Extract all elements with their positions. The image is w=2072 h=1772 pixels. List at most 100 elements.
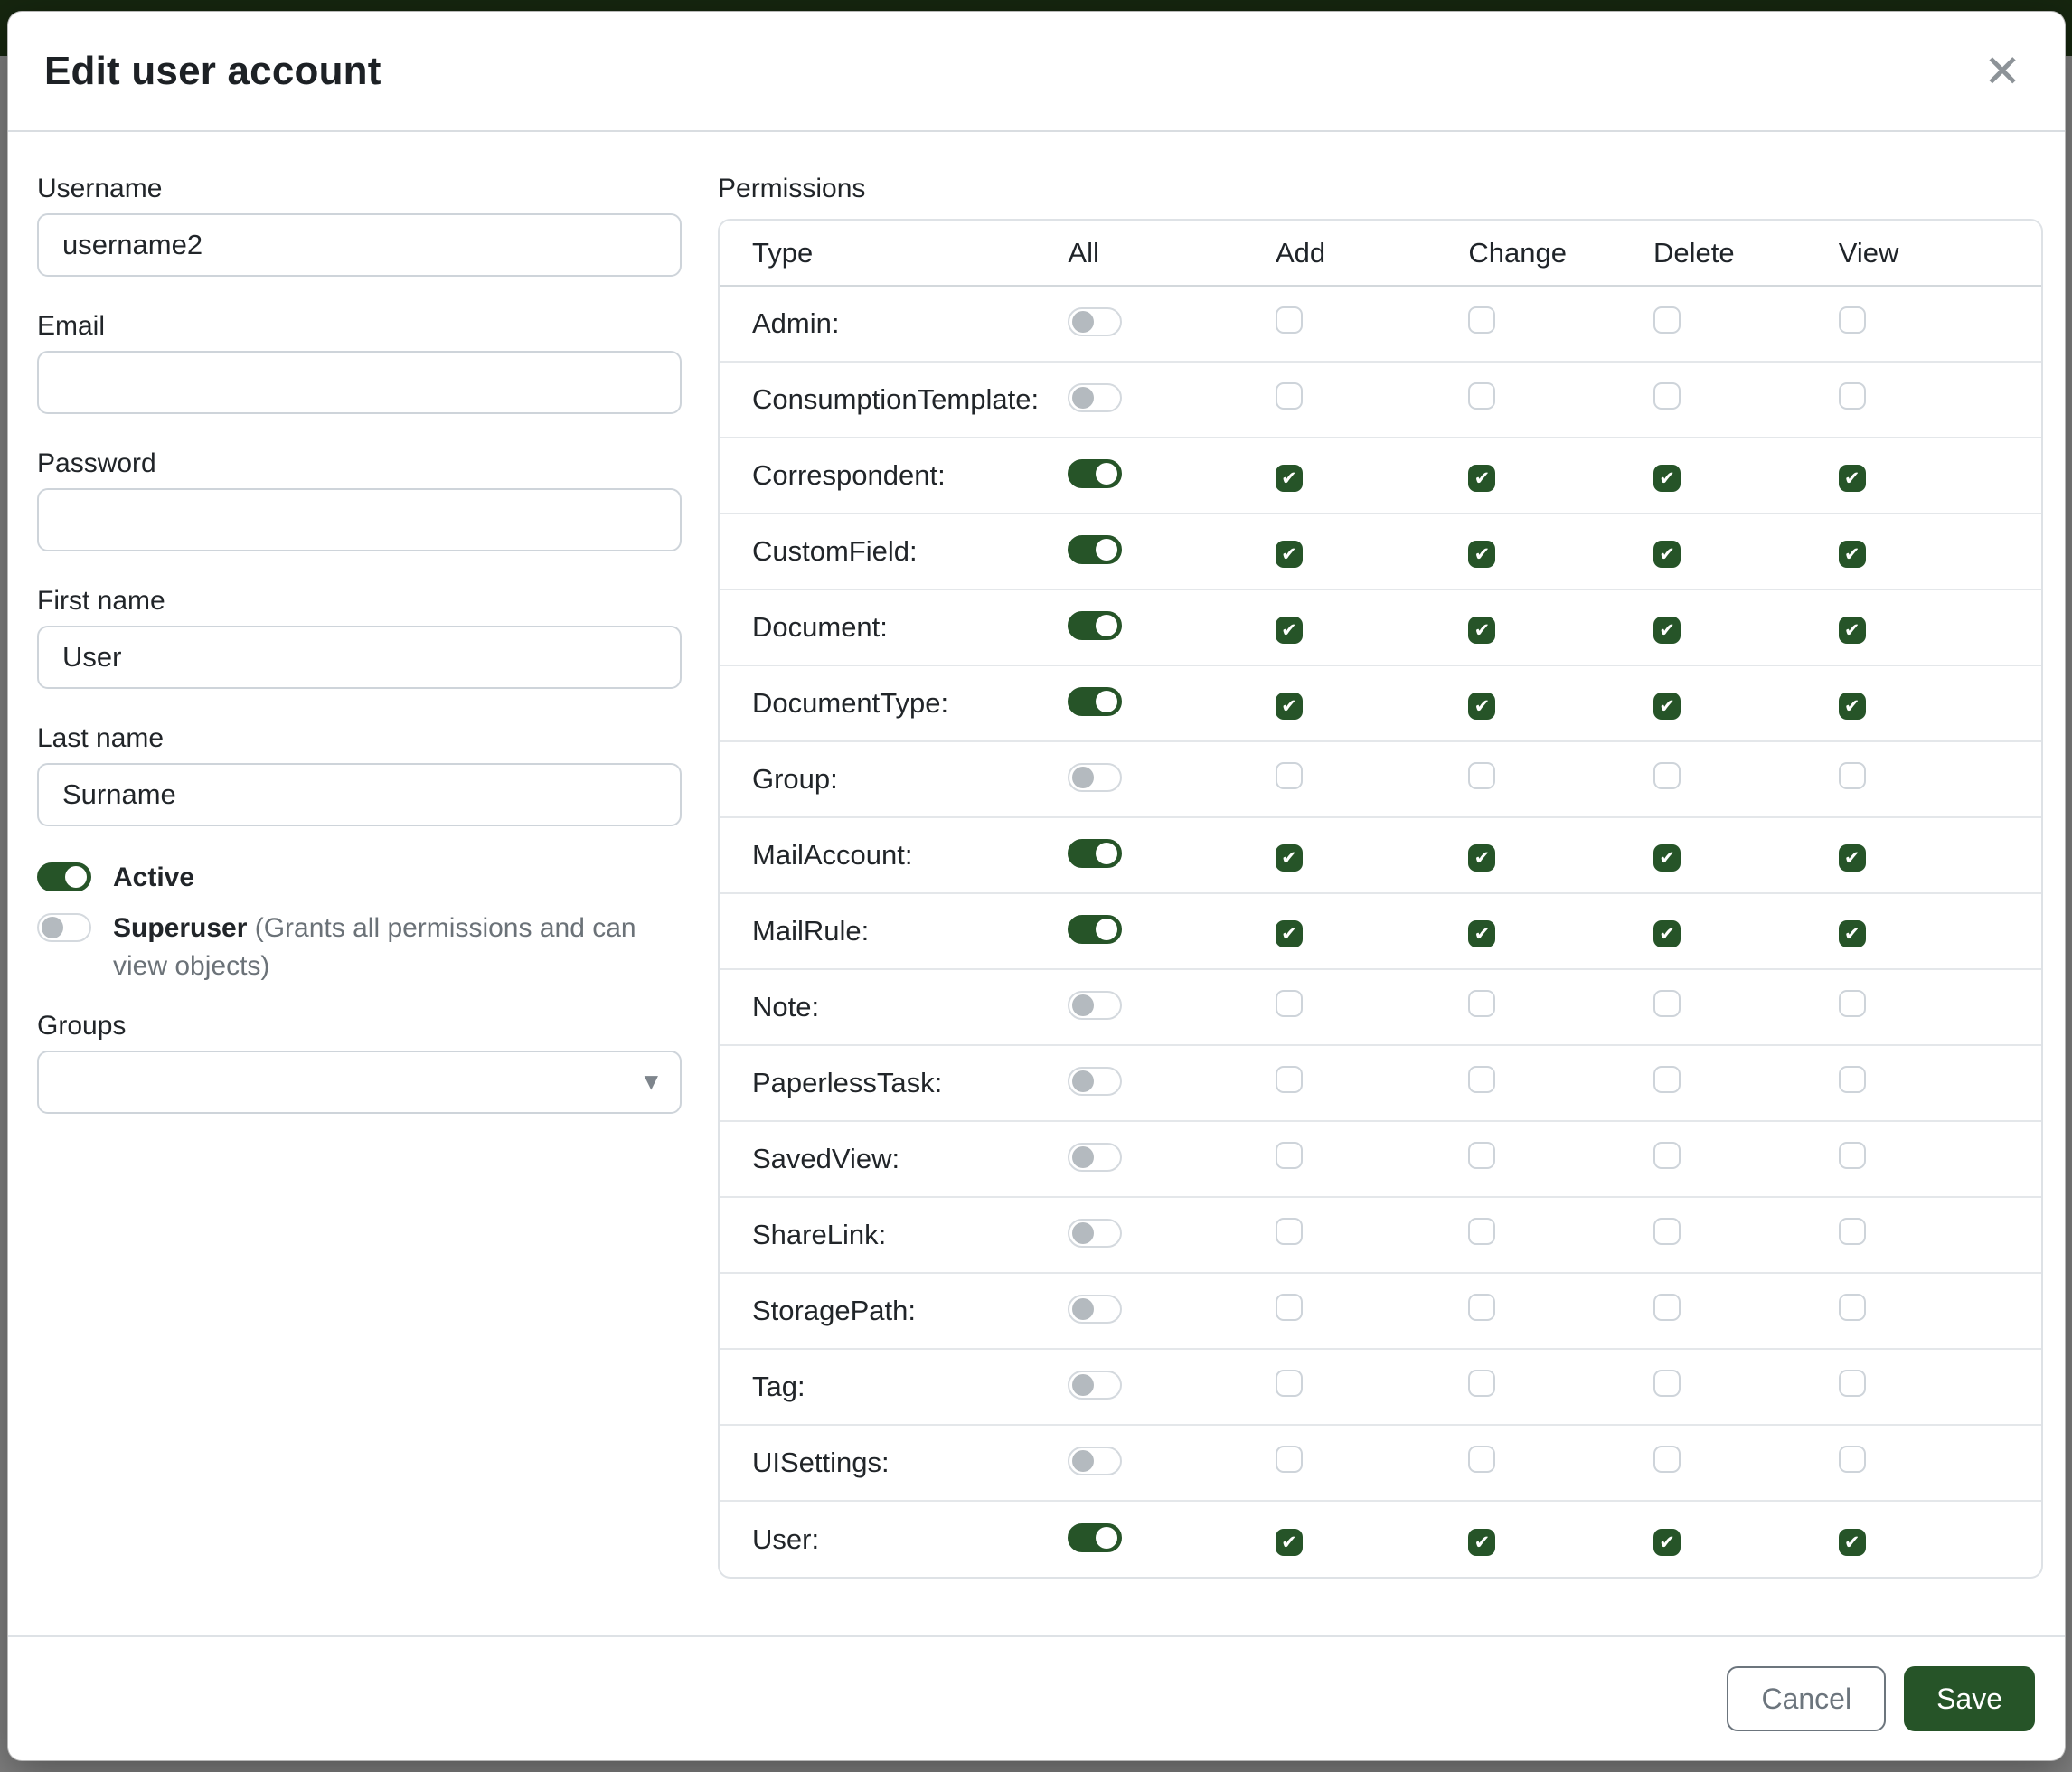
delete-checkbox[interactable]: ✔ bbox=[1653, 1529, 1681, 1556]
close-button[interactable]: ✕ bbox=[1980, 45, 2025, 98]
all-toggle[interactable] bbox=[1068, 1447, 1122, 1475]
view-checkbox[interactable]: ✔ bbox=[1839, 617, 1866, 644]
change-checkbox[interactable] bbox=[1468, 1294, 1495, 1321]
all-toggle[interactable] bbox=[1068, 307, 1122, 336]
delete-checkbox[interactable] bbox=[1653, 1370, 1681, 1397]
view-checkbox[interactable] bbox=[1839, 1066, 1866, 1093]
change-checkbox[interactable] bbox=[1468, 306, 1495, 334]
view-checkbox[interactable]: ✔ bbox=[1839, 465, 1866, 492]
add-checkbox[interactable]: ✔ bbox=[1276, 1529, 1303, 1556]
change-checkbox[interactable] bbox=[1468, 1218, 1495, 1245]
password-input[interactable] bbox=[37, 488, 682, 551]
add-checkbox[interactable] bbox=[1276, 1142, 1303, 1169]
delete-checkbox[interactable]: ✔ bbox=[1653, 617, 1681, 644]
delete-checkbox[interactable] bbox=[1653, 990, 1681, 1017]
delete-checkbox[interactable] bbox=[1653, 1218, 1681, 1245]
permission-row: Correspondent: ✔ ✔ ✔ ✔ bbox=[720, 438, 2041, 514]
view-checkbox[interactable] bbox=[1839, 1446, 1866, 1473]
change-checkbox[interactable] bbox=[1468, 1142, 1495, 1169]
all-toggle[interactable] bbox=[1068, 1219, 1122, 1248]
delete-checkbox[interactable]: ✔ bbox=[1653, 541, 1681, 568]
change-checkbox[interactable]: ✔ bbox=[1468, 617, 1495, 644]
email-input[interactable] bbox=[37, 351, 682, 414]
change-checkbox[interactable]: ✔ bbox=[1468, 844, 1495, 872]
change-checkbox[interactable]: ✔ bbox=[1468, 1529, 1495, 1556]
view-checkbox[interactable] bbox=[1839, 1142, 1866, 1169]
add-checkbox[interactable]: ✔ bbox=[1276, 693, 1303, 720]
add-checkbox[interactable]: ✔ bbox=[1276, 465, 1303, 492]
all-toggle[interactable] bbox=[1068, 763, 1122, 792]
permission-type-label: Admin: bbox=[720, 286, 1035, 362]
username-input[interactable] bbox=[37, 213, 682, 277]
view-checkbox[interactable]: ✔ bbox=[1839, 920, 1866, 947]
view-checkbox[interactable] bbox=[1839, 990, 1866, 1017]
change-checkbox[interactable] bbox=[1468, 1370, 1495, 1397]
add-checkbox[interactable] bbox=[1276, 1294, 1303, 1321]
all-toggle[interactable] bbox=[1068, 1523, 1122, 1552]
change-checkbox[interactable]: ✔ bbox=[1468, 465, 1495, 492]
permission-type-label: DocumentType: bbox=[720, 665, 1035, 741]
view-checkbox[interactable]: ✔ bbox=[1839, 693, 1866, 720]
view-checkbox[interactable]: ✔ bbox=[1839, 541, 1866, 568]
groups-select[interactable]: ▼ bbox=[37, 1051, 682, 1114]
add-checkbox[interactable] bbox=[1276, 1446, 1303, 1473]
change-checkbox[interactable] bbox=[1468, 382, 1495, 410]
change-checkbox[interactable] bbox=[1468, 1446, 1495, 1473]
add-checkbox[interactable] bbox=[1276, 382, 1303, 410]
change-checkbox[interactable]: ✔ bbox=[1468, 693, 1495, 720]
add-checkbox[interactable] bbox=[1276, 762, 1303, 789]
add-checkbox[interactable]: ✔ bbox=[1276, 920, 1303, 947]
delete-checkbox[interactable] bbox=[1653, 1142, 1681, 1169]
view-checkbox[interactable] bbox=[1839, 382, 1866, 410]
all-toggle[interactable] bbox=[1068, 1371, 1122, 1400]
save-button[interactable]: Save bbox=[1904, 1666, 2035, 1731]
delete-checkbox[interactable]: ✔ bbox=[1653, 920, 1681, 947]
view-checkbox[interactable] bbox=[1839, 1218, 1866, 1245]
all-toggle[interactable] bbox=[1068, 611, 1122, 640]
view-checkbox[interactable] bbox=[1839, 1294, 1866, 1321]
delete-checkbox[interactable] bbox=[1653, 1446, 1681, 1473]
add-checkbox[interactable] bbox=[1276, 990, 1303, 1017]
add-checkbox[interactable] bbox=[1276, 306, 1303, 334]
all-toggle[interactable] bbox=[1068, 687, 1122, 716]
all-toggle[interactable] bbox=[1068, 915, 1122, 944]
view-checkbox[interactable] bbox=[1839, 1370, 1866, 1397]
cancel-button[interactable]: Cancel bbox=[1727, 1666, 1886, 1731]
change-checkbox[interactable] bbox=[1468, 762, 1495, 789]
view-checkbox[interactable]: ✔ bbox=[1839, 844, 1866, 872]
delete-checkbox[interactable]: ✔ bbox=[1653, 693, 1681, 720]
last-name-input[interactable] bbox=[37, 763, 682, 826]
change-checkbox[interactable]: ✔ bbox=[1468, 541, 1495, 568]
all-toggle[interactable] bbox=[1068, 459, 1122, 488]
all-toggle[interactable] bbox=[1068, 383, 1122, 412]
all-toggle[interactable] bbox=[1068, 535, 1122, 564]
all-toggle[interactable] bbox=[1068, 1067, 1122, 1096]
all-toggle[interactable] bbox=[1068, 1295, 1122, 1324]
delete-checkbox[interactable] bbox=[1653, 762, 1681, 789]
add-checkbox[interactable] bbox=[1276, 1066, 1303, 1093]
all-toggle[interactable] bbox=[1068, 839, 1122, 868]
change-checkbox[interactable] bbox=[1468, 1066, 1495, 1093]
add-checkbox[interactable]: ✔ bbox=[1276, 844, 1303, 872]
change-checkbox[interactable]: ✔ bbox=[1468, 920, 1495, 947]
add-checkbox[interactable]: ✔ bbox=[1276, 617, 1303, 644]
active-toggle[interactable] bbox=[37, 862, 91, 891]
view-checkbox[interactable] bbox=[1839, 306, 1866, 334]
delete-checkbox[interactable]: ✔ bbox=[1653, 844, 1681, 872]
add-checkbox[interactable] bbox=[1276, 1370, 1303, 1397]
all-toggle[interactable] bbox=[1068, 991, 1122, 1020]
add-checkbox[interactable]: ✔ bbox=[1276, 541, 1303, 568]
view-checkbox[interactable] bbox=[1839, 762, 1866, 789]
change-checkbox[interactable] bbox=[1468, 990, 1495, 1017]
superuser-toggle[interactable] bbox=[37, 913, 91, 942]
delete-checkbox[interactable] bbox=[1653, 306, 1681, 334]
add-checkbox[interactable] bbox=[1276, 1218, 1303, 1245]
view-checkbox[interactable]: ✔ bbox=[1839, 1529, 1866, 1556]
delete-checkbox[interactable] bbox=[1653, 1294, 1681, 1321]
delete-checkbox[interactable]: ✔ bbox=[1653, 465, 1681, 492]
delete-checkbox[interactable] bbox=[1653, 1066, 1681, 1093]
all-toggle[interactable] bbox=[1068, 1143, 1122, 1172]
delete-checkbox[interactable] bbox=[1653, 382, 1681, 410]
first-name-input[interactable] bbox=[37, 626, 682, 689]
permissions-table: TypeAllAddChangeDeleteView Admin: Consum… bbox=[718, 219, 2043, 1579]
